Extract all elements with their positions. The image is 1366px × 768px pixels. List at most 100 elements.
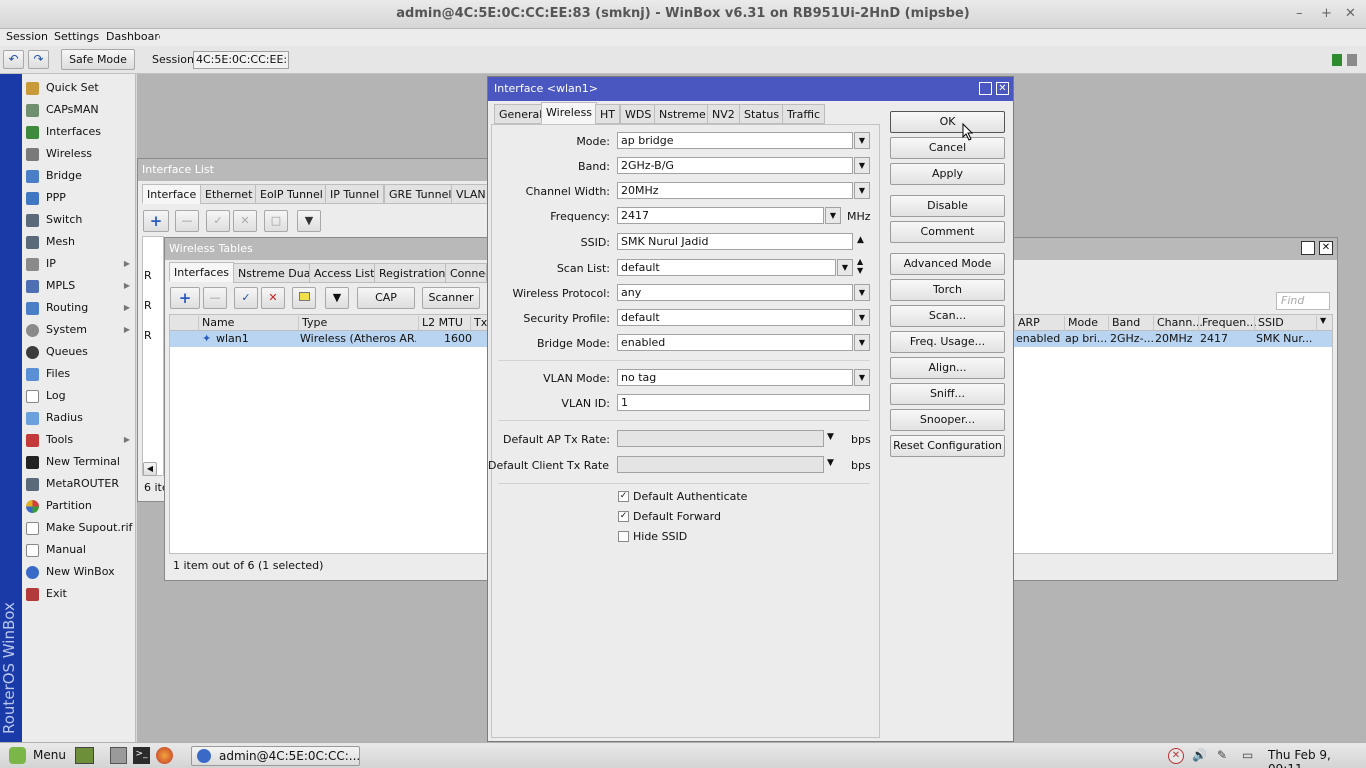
scroll-left-icon[interactable]: ◀ — [143, 462, 157, 476]
sniff-button[interactable]: Sniff... — [890, 383, 1005, 405]
chevron-down-icon[interactable]: ▼ — [825, 207, 841, 224]
chevron-down-icon[interactable]: ▼ — [854, 157, 870, 174]
close-icon[interactable]: ✕ — [1319, 241, 1333, 255]
sidebar-item-metarouter[interactable]: MetaROUTER — [22, 473, 136, 495]
sidebar-item-exit[interactable]: Exit — [22, 583, 136, 605]
align-button[interactable]: Align... — [890, 357, 1005, 379]
collapse-icon[interactable]: ▲ — [857, 235, 864, 245]
frequency-select[interactable]: 2417 — [617, 207, 824, 224]
minimize-icon[interactable]: – — [1296, 6, 1303, 21]
undo-icon[interactable]: ↶ — [3, 50, 24, 69]
disable-icon[interactable]: ✕ — [233, 210, 257, 232]
firefox-icon[interactable] — [156, 747, 173, 764]
sidebar-item-queues[interactable]: Queues — [22, 341, 136, 363]
tab-status[interactable]: Status — [739, 104, 785, 124]
maximize-icon[interactable]: + — [1321, 6, 1332, 21]
snooper-button[interactable]: Snooper... — [890, 409, 1005, 431]
sidebar-item-manual[interactable]: Manual — [22, 539, 136, 561]
add-icon[interactable]: + — [143, 210, 169, 232]
enable-icon[interactable]: ✓ — [206, 210, 230, 232]
sidebar-item-quick-set[interactable]: Quick Set — [22, 77, 136, 99]
col-frequency[interactable]: Frequen... — [1198, 316, 1257, 331]
enable-icon[interactable]: ✓ — [234, 287, 258, 309]
bridge-mode-select[interactable]: enabled — [617, 334, 853, 351]
reset-configuration-button[interactable]: Reset Configuration — [890, 435, 1005, 457]
band-select[interactable]: 2GHz-B/G — [617, 157, 853, 174]
default-ap-tx-rate-input[interactable] — [617, 430, 824, 447]
close-icon[interactable]: ✕ — [1345, 6, 1356, 21]
show-desktop-icon[interactable] — [75, 747, 94, 764]
comment-button[interactable]: Comment — [890, 221, 1005, 243]
chevron-down-icon[interactable]: ▼ — [854, 309, 870, 326]
freq-usage-button[interactable]: Freq. Usage... — [890, 331, 1005, 353]
safe-mode-button[interactable]: Safe Mode — [61, 49, 135, 70]
tab-ip-tunnel[interactable]: IP Tunnel — [325, 184, 385, 204]
maximize-icon[interactable] — [1301, 241, 1315, 255]
disable-button[interactable]: Disable — [890, 195, 1005, 217]
filter-icon[interactable]: ▼ — [325, 287, 349, 309]
sidebar-item-make-supout[interactable]: Make Supout.rif — [22, 517, 136, 539]
wireless-protocol-select[interactable]: any — [617, 284, 853, 301]
scan-list-select[interactable]: default — [617, 259, 836, 276]
col-tx[interactable]: Tx — [470, 316, 488, 331]
sidebar-item-tools[interactable]: Tools ▶ — [22, 429, 136, 451]
comment-icon[interactable] — [292, 287, 316, 309]
tab-ht[interactable]: HT — [595, 104, 620, 124]
sidebar-item-files[interactable]: Files — [22, 363, 136, 385]
chevron-down-icon[interactable]: ▼ — [854, 369, 870, 386]
tab-nstreme[interactable]: Nstreme — [654, 104, 711, 124]
tab-traffic[interactable]: Traffic — [782, 104, 826, 124]
security-profile-select[interactable]: default — [617, 309, 853, 326]
display-icon[interactable]: ▭ — [1242, 748, 1253, 762]
ssid-input[interactable]: SMK Nurul Jadid — [617, 233, 853, 250]
chevron-down-icon[interactable]: ▼ — [837, 259, 853, 276]
chevron-down-icon[interactable]: ▼ — [827, 432, 834, 442]
sidebar-item-wireless[interactable]: Wireless — [22, 143, 136, 165]
chevron-down-icon[interactable]: ▼ — [854, 132, 870, 149]
sidebar-item-radius[interactable]: Radius — [22, 407, 136, 429]
mode-select[interactable]: ap bridge — [617, 132, 853, 149]
tab-gre-tunnel[interactable]: GRE Tunnel — [384, 184, 457, 204]
col-band[interactable]: Band — [1108, 316, 1152, 331]
col-arp[interactable]: ARP — [1014, 316, 1062, 331]
filter-icon[interactable]: ▼ — [297, 210, 321, 232]
files-icon[interactable] — [110, 747, 127, 764]
column-menu-icon[interactable]: ▼ — [1316, 316, 1332, 331]
update-icon[interactable]: ✕ — [1168, 748, 1184, 764]
menu-dashboard[interactable]: Dashboard — [106, 30, 160, 43]
taskbar-task-winbox[interactable]: admin@4C:5E:0C:CC:... — [191, 746, 360, 766]
apply-button[interactable]: Apply — [890, 163, 1005, 185]
tab-interfaces[interactable]: Interfaces — [169, 262, 234, 282]
tab-connect-list[interactable]: Connec — [445, 263, 487, 283]
col-name[interactable]: Name — [198, 316, 296, 331]
network-icon[interactable]: ✎ — [1217, 748, 1227, 762]
disable-icon[interactable]: ✕ — [261, 287, 285, 309]
session-field[interactable]: 4C:5E:0C:CC:EE:83 — [193, 51, 289, 69]
tab-wds[interactable]: WDS — [620, 104, 657, 124]
tab-nstreme-dual[interactable]: Nstreme Dual — [233, 263, 319, 283]
chevron-down-icon[interactable]: ▼ — [854, 334, 870, 351]
find-input[interactable]: Find — [1276, 292, 1330, 310]
tab-interface[interactable]: Interface — [142, 184, 202, 204]
vlan-mode-select[interactable]: no tag — [617, 369, 853, 386]
sidebar-item-ip[interactable]: IP ▶ — [22, 253, 136, 275]
scan-button[interactable]: Scan... — [890, 305, 1005, 327]
sidebar-item-routing[interactable]: Routing ▶ — [22, 297, 136, 319]
default-forward-checkbox[interactable]: ✓ — [618, 511, 629, 522]
sidebar-item-new-winbox[interactable]: New WinBox — [22, 561, 136, 583]
sidebar-item-partition[interactable]: Partition — [22, 495, 136, 517]
col-channel[interactable]: Chann... — [1153, 316, 1203, 331]
sidebar-item-bridge[interactable]: Bridge — [22, 165, 136, 187]
sidebar-item-new-terminal[interactable]: New Terminal — [22, 451, 136, 473]
tab-access-list[interactable]: Access List — [309, 263, 380, 283]
col-mode[interactable]: Mode — [1064, 316, 1108, 331]
sidebar-item-interfaces[interactable]: Interfaces — [22, 121, 136, 143]
hide-ssid-checkbox[interactable] — [618, 531, 629, 542]
close-icon[interactable]: ✕ — [996, 82, 1009, 95]
channel-width-select[interactable]: 20MHz — [617, 182, 853, 199]
col-l2mtu[interactable]: L2 MTU — [418, 316, 468, 331]
tab-registration[interactable]: Registration — [374, 263, 451, 283]
table-row[interactable]: enabled ap bri... 2GHz-... 20MHz 2417 SM… — [1014, 331, 1332, 347]
col-type[interactable]: Type — [298, 316, 416, 331]
sidebar-item-mesh[interactable]: Mesh — [22, 231, 136, 253]
